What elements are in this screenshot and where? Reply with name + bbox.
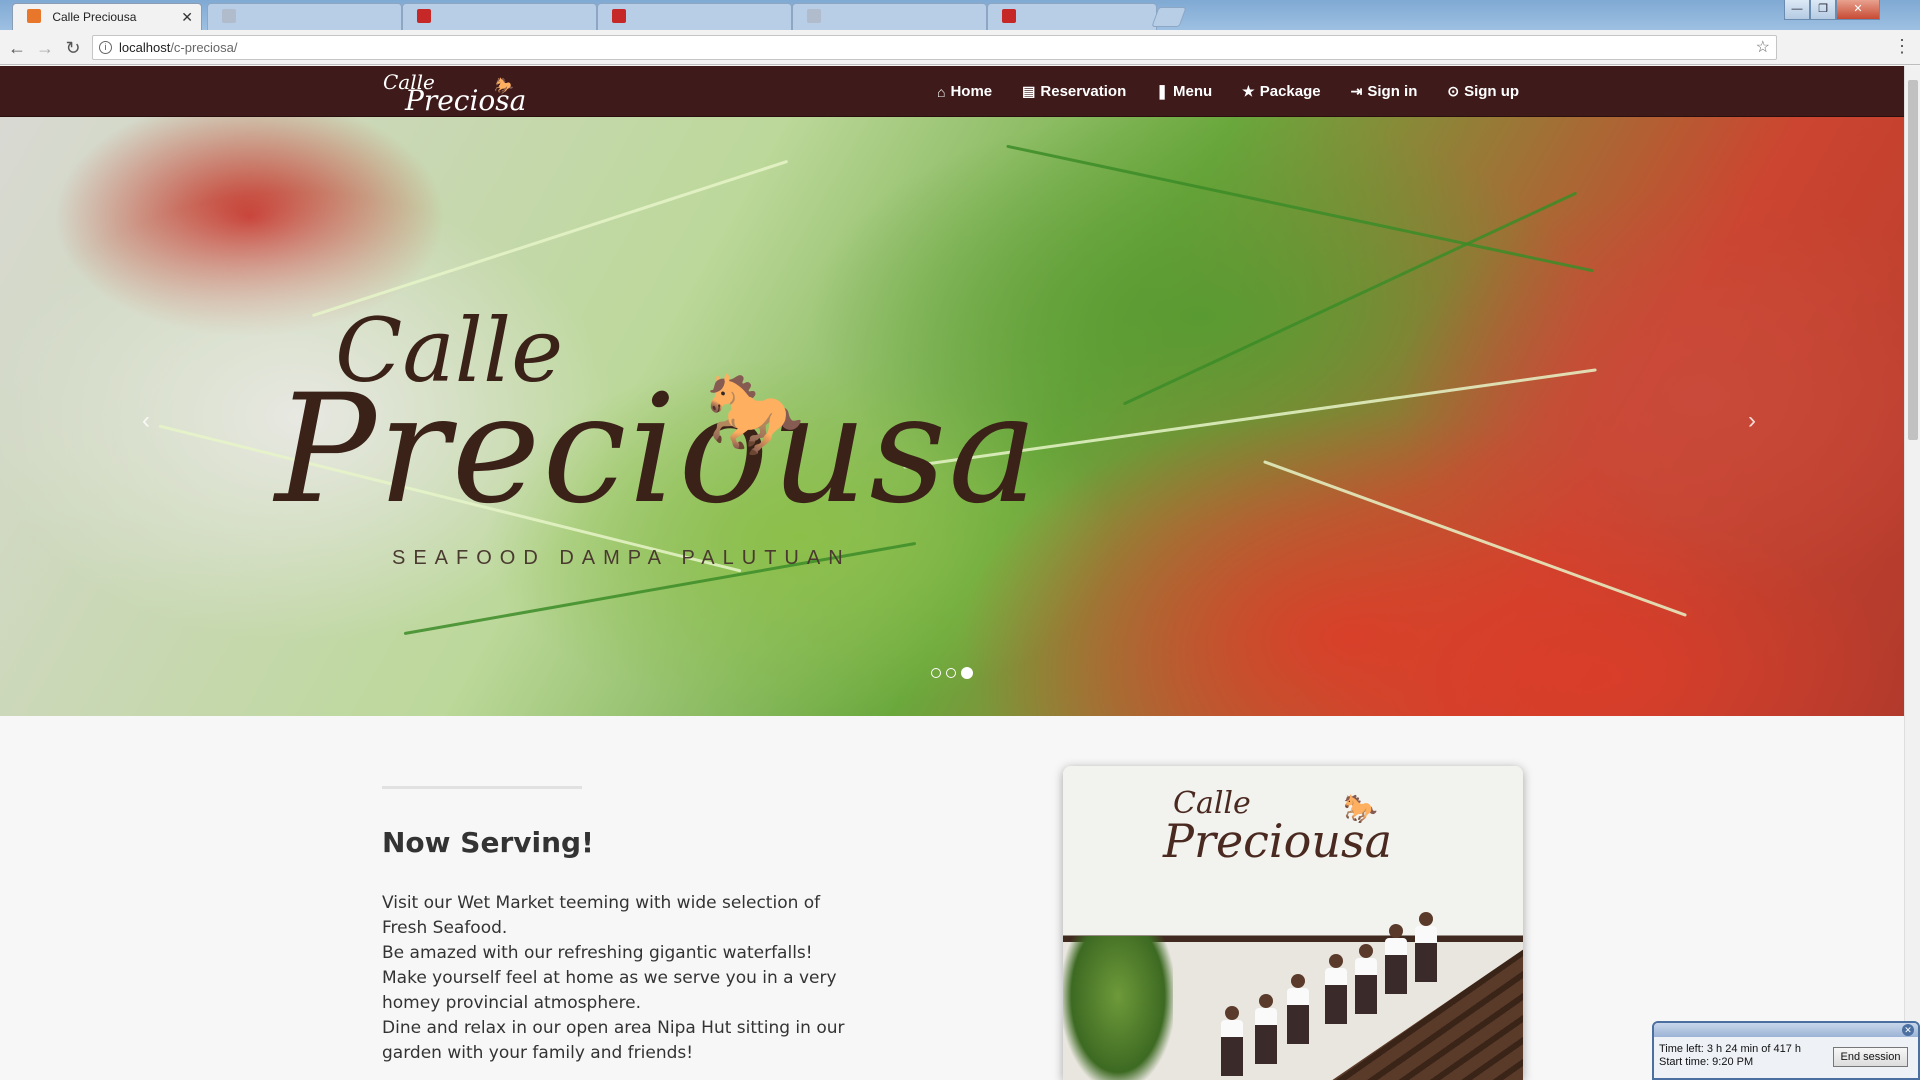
session-titlebar[interactable]: ✕ <box>1654 1023 1918 1037</box>
nav-package[interactable]: ★ Package <box>1242 83 1320 100</box>
hero-image-detail <box>1263 460 1687 617</box>
hero-image-detail <box>1122 191 1578 406</box>
carousel-indicators <box>931 667 978 679</box>
page-scrollbar[interactable] <box>1904 66 1920 1080</box>
url-input[interactable]: i localhost/c-preciosa/ ☆ <box>92 35 1777 60</box>
nav-label: Home <box>950 83 993 100</box>
address-bar-row: ← → ↻ i localhost/c-preciosa/ ☆ ⋮ <box>0 30 1920 65</box>
staff-member <box>1325 954 1347 1024</box>
browser-menu-icon[interactable]: ⋮ <box>1893 36 1911 57</box>
url-host: localhost <box>119 40 171 55</box>
minimize-button[interactable]: — <box>1784 0 1810 20</box>
carousel-dot[interactable] <box>946 668 956 678</box>
forward-arrow-icon[interactable]: → <box>34 37 56 59</box>
tab-inactive[interactable] <box>792 3 987 30</box>
nav-label: Sign in <box>1367 83 1418 100</box>
hero-logo-line2: Preciousa <box>275 363 1040 537</box>
site-logo[interactable]: Calle Preciosa 🐎 <box>383 72 526 115</box>
section-body: Visit our Wet Market teeming with wide s… <box>382 891 852 1066</box>
carousel-next-icon[interactable]: › <box>1748 407 1756 435</box>
staff-photo: Calle Preciousa 🐎 <box>1063 766 1523 1080</box>
tab-inactive[interactable] <box>207 3 402 30</box>
bookmark-star-icon[interactable]: ☆ <box>1756 36 1770 59</box>
xampp-favicon-icon <box>27 9 41 23</box>
tab-close-icon[interactable]: ✕ <box>181 4 193 30</box>
star-icon: ★ <box>1242 83 1255 99</box>
session-timer-window: ✕ Time left: 3 h 24 min of 417 h Start t… <box>1652 1021 1920 1080</box>
home-icon: ⌂ <box>937 83 946 100</box>
nav-label: Sign up <box>1464 83 1520 100</box>
session-close-icon[interactable]: ✕ <box>1902 1024 1914 1036</box>
reload-icon[interactable]: ↻ <box>62 37 84 59</box>
site-navbar: Calle Preciosa 🐎 ⌂ Home ▤ Reservation ❚ Men… <box>0 66 1904 117</box>
section-divider <box>382 786 582 789</box>
staff-member <box>1355 944 1377 1014</box>
staff-member <box>1221 1006 1243 1076</box>
hero-image-detail <box>311 159 789 318</box>
nav-label: Menu <box>1173 83 1213 100</box>
page-favicon-icon <box>417 9 431 23</box>
back-arrow-icon[interactable]: ← <box>6 37 28 59</box>
scrollbar-thumb[interactable] <box>1908 80 1918 440</box>
bookmark-icon: ❚ <box>1156 83 1168 99</box>
hero-carousel: Calle Preciousa 🐎 SEAFOOD DAMPA PALUTUAN… <box>0 117 1904 716</box>
page-favicon-icon <box>807 9 821 23</box>
horse-carriage-icon: 🐎 <box>1343 793 1378 824</box>
page-favicon-icon <box>612 9 626 23</box>
staff-member <box>1255 994 1277 1064</box>
maximize-button[interactable]: ❐ <box>1810 0 1836 20</box>
section-title: Now Serving! <box>382 826 594 859</box>
info-icon[interactable]: i <box>99 41 112 54</box>
hero-tagline: SEAFOOD DAMPA PALUTUAN <box>392 547 851 569</box>
new-tab-button[interactable] <box>1151 7 1187 27</box>
now-serving-section: Now Serving! Visit our Wet Market teemin… <box>0 716 1904 1080</box>
tab-inactive[interactable] <box>987 3 1157 30</box>
hero-logo: Calle Preciousa 🐎 <box>275 307 1040 537</box>
main-nav: ⌂ Home ▤ Reservation ❚ Menu ★ Package ⇥ Sign … <box>937 66 1519 117</box>
page-favicon-icon <box>222 9 236 23</box>
end-session-button[interactable]: End session <box>1833 1047 1908 1067</box>
session-info: Time left: 3 h 24 min of 417 h Start tim… <box>1659 1043 1801 1069</box>
nav-sign-in[interactable]: ⇥ Sign in <box>1351 83 1418 100</box>
session-time-left: Time left: 3 h 24 min of 417 h <box>1659 1043 1802 1055</box>
bamboo-plant <box>1063 936 1173 1080</box>
carriage-icon: 🐎 <box>493 76 513 95</box>
tab-calle-preciousa[interactable]: Calle Preciousa ✕ <box>12 3 202 30</box>
nav-menu[interactable]: ❚ Menu <box>1156 83 1212 100</box>
sign-up-icon: ⊙ <box>1447 83 1460 99</box>
tab-inactive[interactable] <box>597 3 792 30</box>
session-start-time: Start time: 9:20 PM <box>1659 1056 1754 1068</box>
section-paragraph: Be amazed with our refreshing gigantic w… <box>382 943 837 1013</box>
staff-member <box>1415 912 1437 982</box>
section-paragraph: Visit our Wet Market teeming with wide s… <box>382 893 821 938</box>
carousel-prev-icon[interactable]: ‹ <box>142 407 150 435</box>
url-path: /c-preciosa/ <box>170 40 238 55</box>
horse-carriage-icon: 🐎 <box>705 367 805 460</box>
staff-member <box>1385 924 1407 994</box>
nav-reservation[interactable]: ▤ Reservation <box>1022 83 1126 100</box>
section-paragraph: Dine and relax in our open area Nipa Hut… <box>382 1018 845 1063</box>
page-favicon-icon <box>1002 9 1016 23</box>
nav-sign-up[interactable]: ⊙ Sign up <box>1447 83 1519 100</box>
nav-home[interactable]: ⌂ Home <box>937 83 992 100</box>
carousel-dot-active[interactable] <box>961 667 973 679</box>
hero-image-detail <box>1006 144 1594 273</box>
staff-member <box>1287 974 1309 1044</box>
document-icon: ▤ <box>1022 83 1036 99</box>
tab-inactive[interactable] <box>402 3 597 30</box>
nav-label: Package <box>1259 83 1321 100</box>
sign-in-icon: ⇥ <box>1350 83 1363 99</box>
tab-title: Calle Preciousa <box>52 10 137 24</box>
carousel-dot[interactable] <box>931 668 941 678</box>
window-close-button[interactable]: ✕ <box>1836 0 1880 20</box>
browser-tabstrip: Calle Preciousa ✕ — ❐ ✕ <box>0 0 1920 30</box>
nav-label: Reservation <box>1040 83 1127 100</box>
